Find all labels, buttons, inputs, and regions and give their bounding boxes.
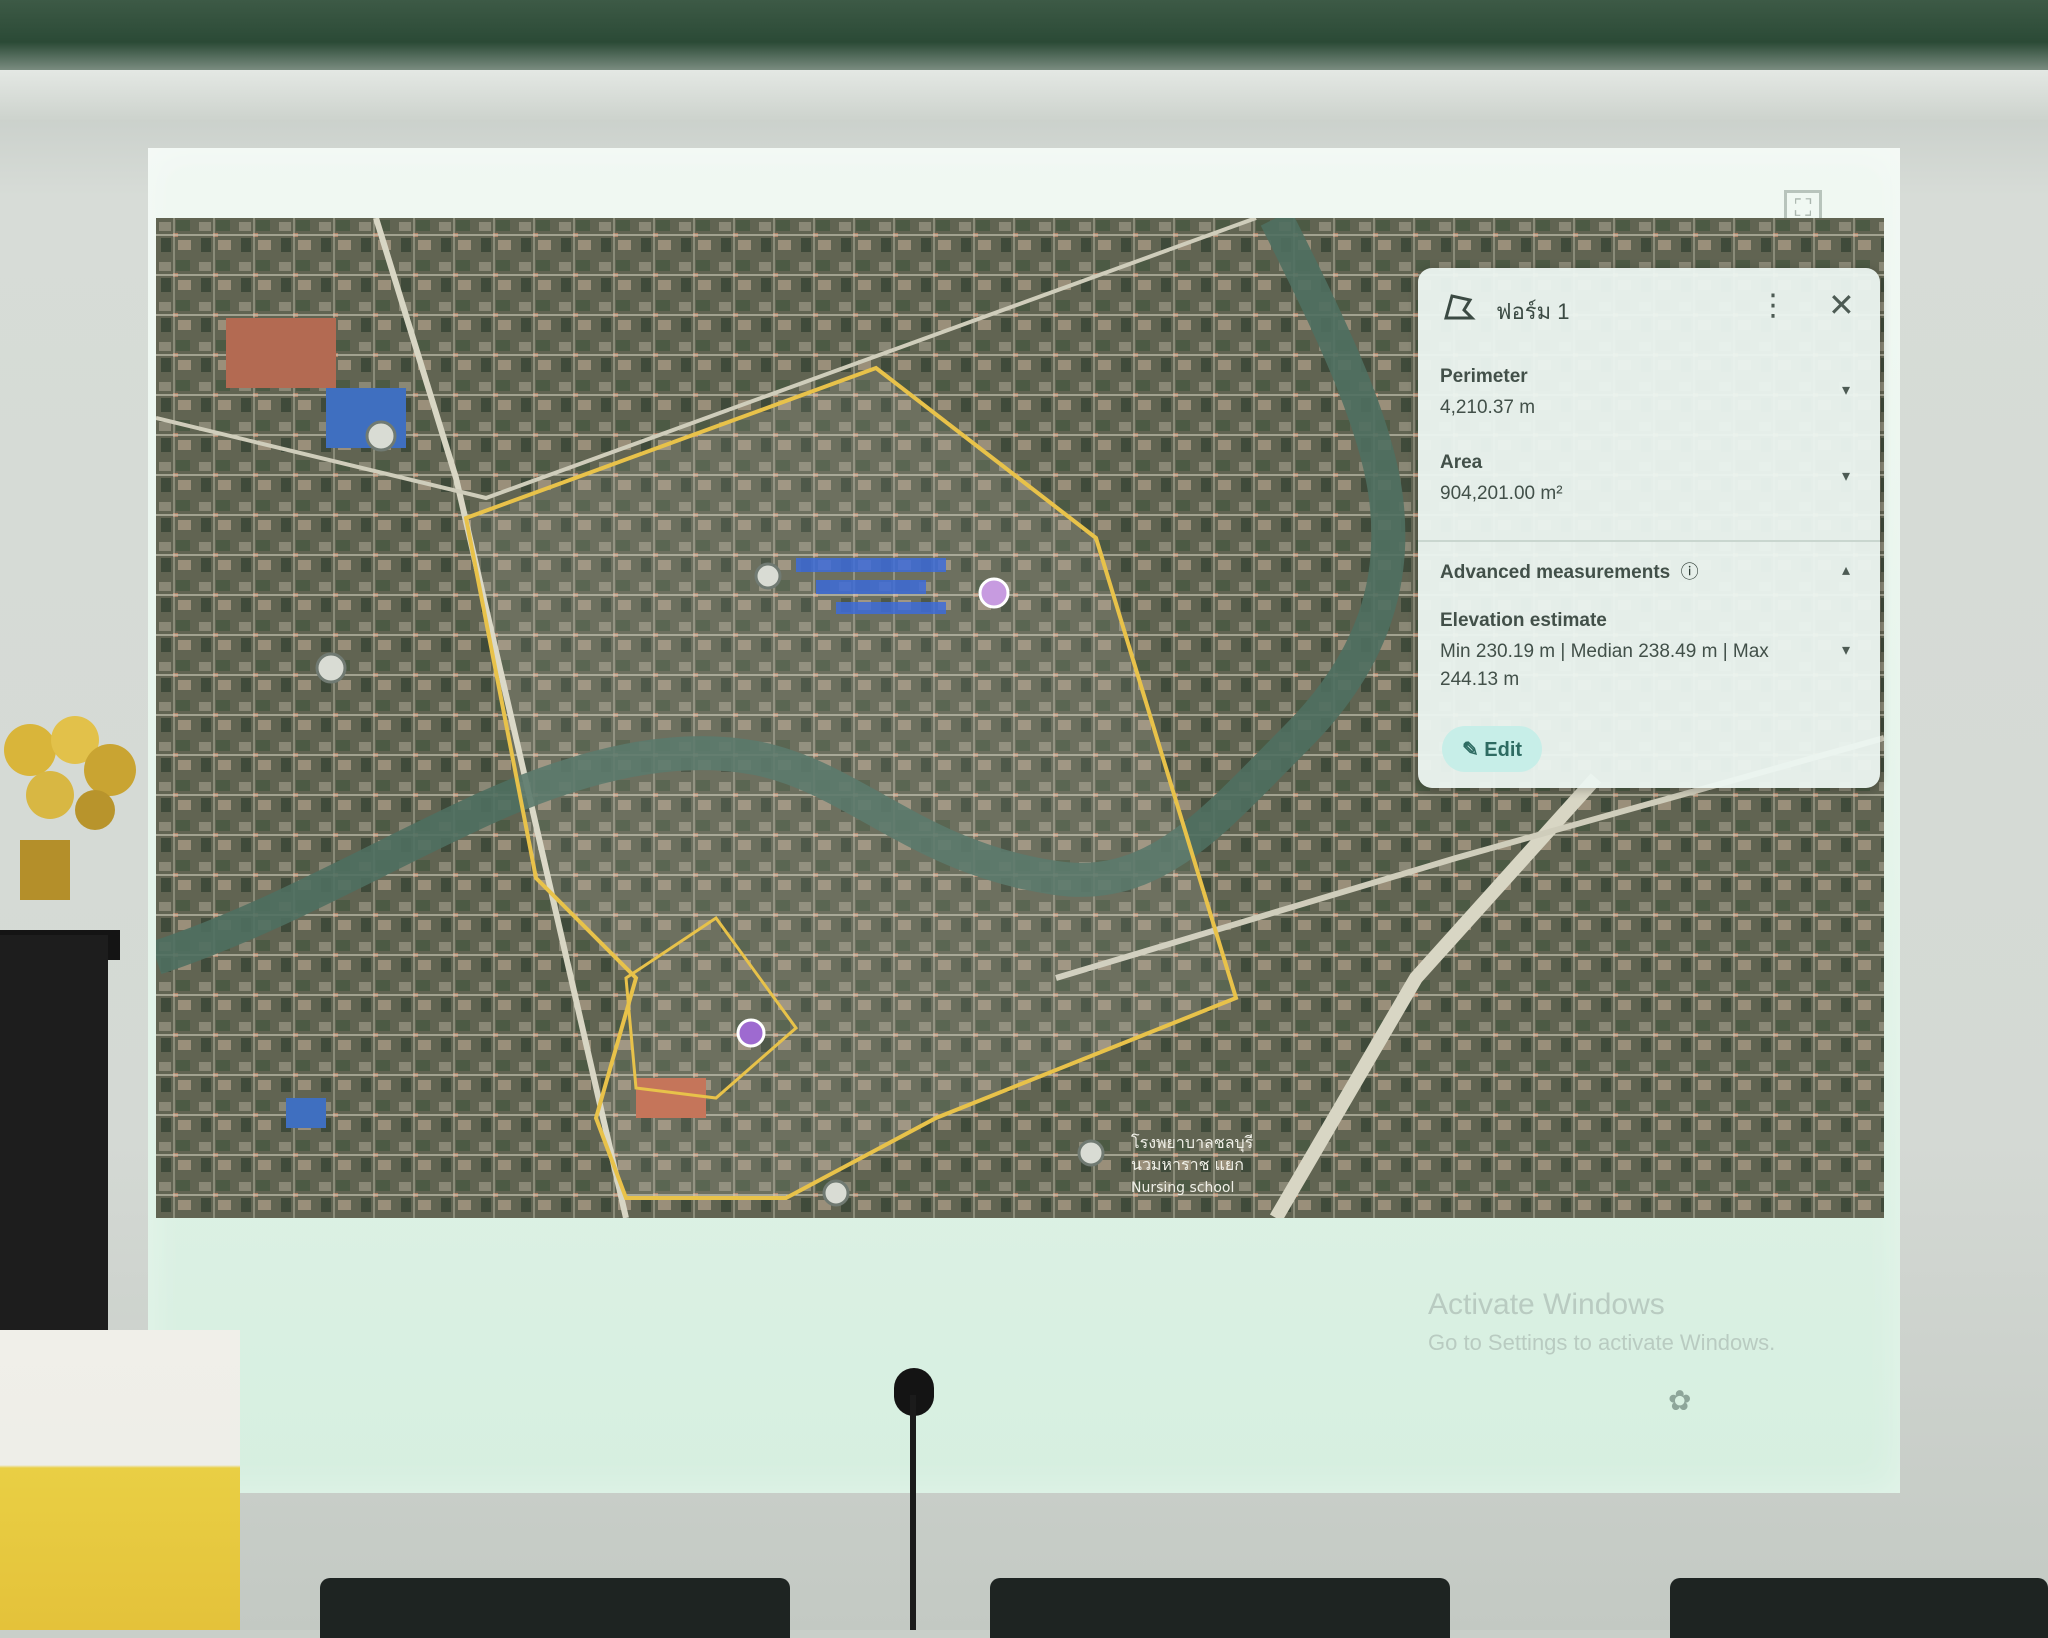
polygon-icon xyxy=(1444,294,1476,320)
chevron-down-icon[interactable]: ▾ xyxy=(1842,640,1850,660)
panel-header: ฟอร์ม 1 ⋮ ✕ xyxy=(1418,268,1880,348)
place-marker xyxy=(822,1179,850,1207)
projection-screen: ⛶ โรงพยาบาลชลบุรี นวมหาราช แยก Nursing s… xyxy=(148,148,1900,1493)
divider xyxy=(1418,540,1880,542)
map-label-hospital: โรงพยาบาลชลบุรี xyxy=(1131,1133,1254,1153)
place-marker xyxy=(736,1018,766,1048)
perimeter-label: Perimeter xyxy=(1440,366,1528,387)
elevation-value: Min 230.19 m | Median 238.49 m | Max 244… xyxy=(1440,641,1769,690)
wooden-stand xyxy=(0,935,108,1335)
ceiling-strip xyxy=(0,0,2048,70)
info-icon[interactable]: ⓘ xyxy=(1681,562,1699,582)
draped-table xyxy=(0,1330,240,1630)
map-label-junction: นวมหาราช แยก xyxy=(1131,1155,1244,1174)
elevation-row[interactable]: Elevation estimate Min 230.19 m | Median… xyxy=(1440,610,1858,710)
area-row[interactable]: Area 904,201.00 m² ▾ xyxy=(1440,452,1858,522)
advanced-measurements-row[interactable]: Advanced measurements ⓘ ▴ xyxy=(1440,558,1858,598)
activate-windows-title: Activate Windows xyxy=(1428,1288,1665,1321)
place-marker xyxy=(365,420,397,452)
measurement-panel: ฟอร์ม 1 ⋮ ✕ Perimeter 4,210.37 m ▾ Area … xyxy=(1418,268,1880,788)
chair-back xyxy=(320,1578,790,1638)
place-marker xyxy=(754,562,782,590)
chevron-down-icon[interactable]: ▾ xyxy=(1842,466,1850,486)
flower-arrangement xyxy=(4,716,136,900)
map-label-school: Nursing school xyxy=(1131,1180,1234,1196)
chevron-down-icon[interactable]: ▾ xyxy=(1842,380,1850,400)
elevation-label: Elevation estimate xyxy=(1440,610,1607,631)
place-marker xyxy=(315,652,347,684)
tray-icon[interactable]: ✿ xyxy=(1668,1384,1691,1417)
advanced-label: Advanced measurements xyxy=(1440,562,1671,583)
panel-title[interactable]: ฟอร์ม 1 xyxy=(1496,294,1569,329)
microphone-stem xyxy=(910,1395,916,1630)
close-icon[interactable]: ✕ xyxy=(1828,286,1855,324)
perimeter-row[interactable]: Perimeter 4,210.37 m ▾ xyxy=(1440,366,1858,436)
chair-back xyxy=(990,1578,1450,1638)
more-options-icon[interactable]: ⋮ xyxy=(1758,288,1788,323)
chevron-up-icon[interactable]: ▴ xyxy=(1842,560,1850,580)
chair-back xyxy=(1670,1578,2048,1638)
place-marker xyxy=(978,577,1010,609)
activate-windows-subtitle[interactable]: Go to Settings to activate Windows. xyxy=(1428,1330,1775,1356)
area-label: Area xyxy=(1440,452,1483,473)
perimeter-value: 4,210.37 m xyxy=(1440,397,1536,418)
place-marker xyxy=(1077,1139,1105,1167)
screen-rail xyxy=(0,70,2048,120)
pencil-icon: ✎ xyxy=(1461,739,1479,761)
area-value: 904,201.00 m² xyxy=(1440,483,1563,504)
edit-button[interactable]: ✎ Edit xyxy=(1442,726,1542,772)
edit-label: Edit xyxy=(1484,739,1523,761)
temple-roofs xyxy=(226,318,336,388)
